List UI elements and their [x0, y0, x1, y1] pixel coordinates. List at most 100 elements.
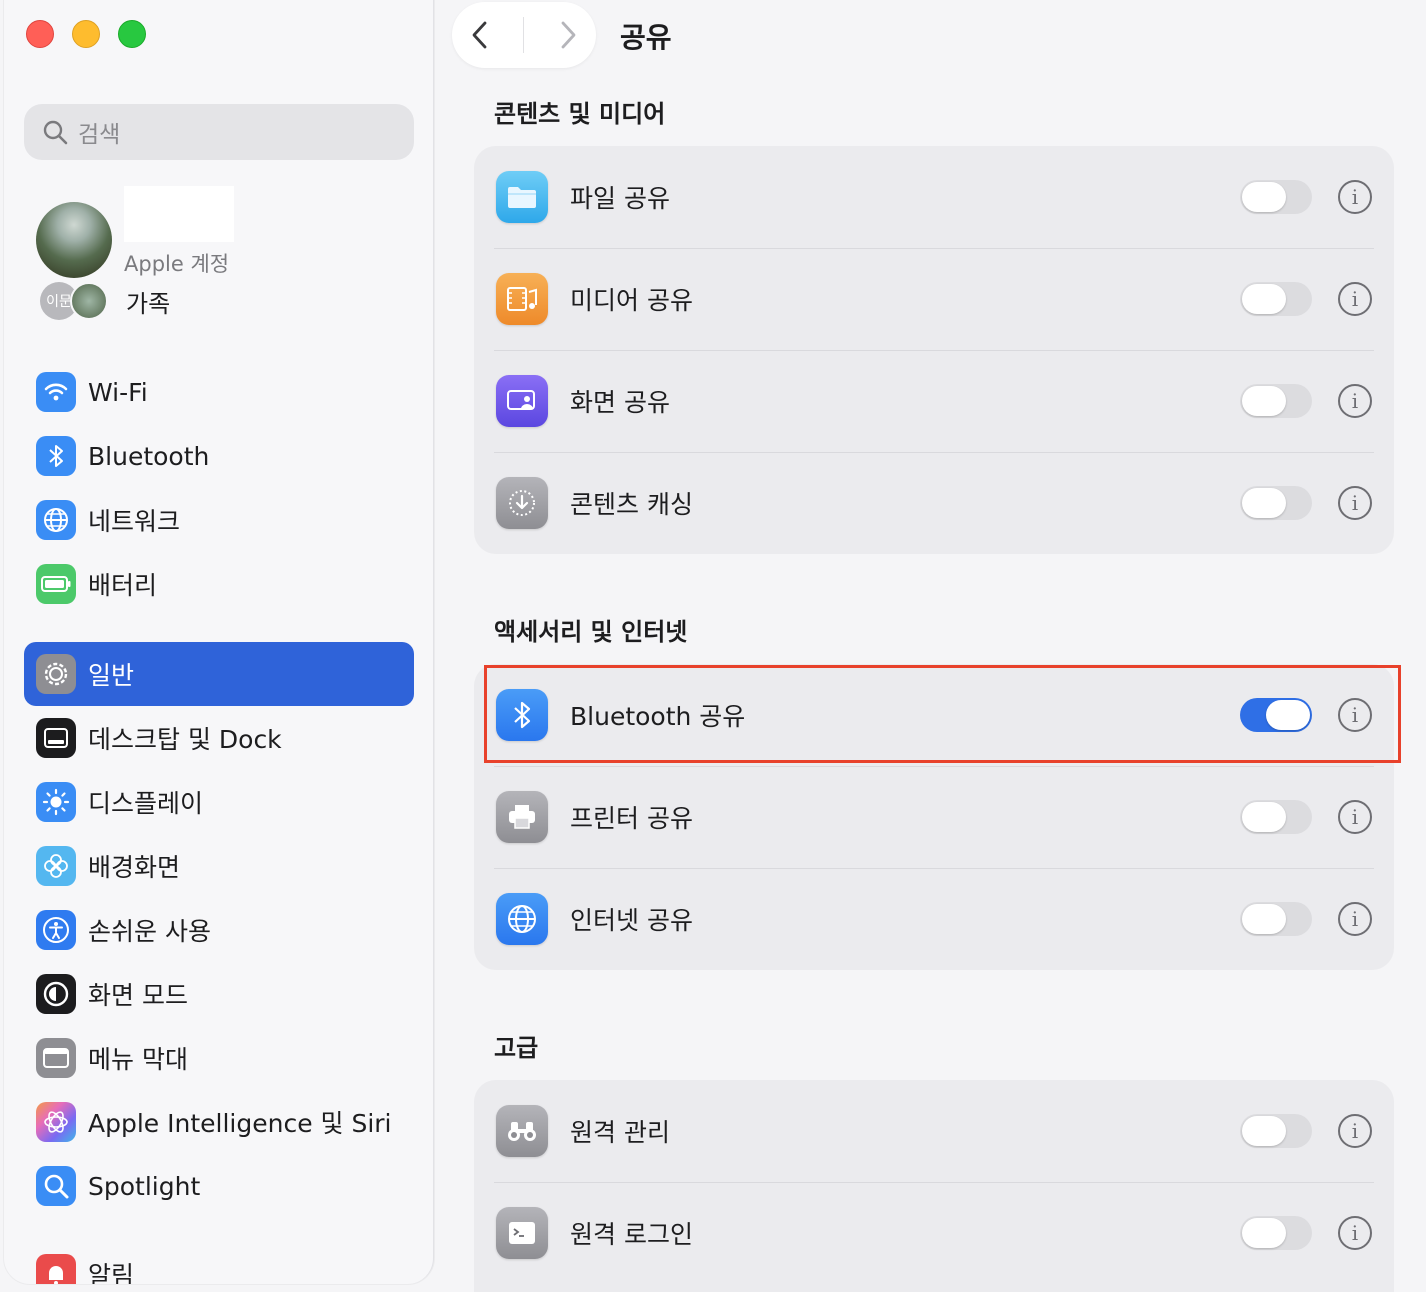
sidebar-item-display[interactable]: 디스플레이: [24, 771, 414, 833]
sidebar-item-general[interactable]: 일반: [24, 642, 414, 706]
row-label: Bluetooth 공유: [570, 702, 746, 731]
printer-icon: [496, 791, 548, 843]
info-button[interactable]: i: [1338, 180, 1372, 214]
terminal-icon: [496, 1207, 548, 1259]
minimize-window-button[interactable]: [72, 20, 100, 48]
screen-sharing-toggle[interactable]: [1240, 384, 1312, 418]
family-avatar-photo: [70, 282, 108, 320]
row-internet-sharing: 인터넷 공유 i: [474, 868, 1394, 970]
screen-mode-icon: [36, 974, 76, 1014]
info-button[interactable]: i: [1338, 1114, 1372, 1148]
bluetooth-icon: [496, 689, 548, 741]
battery-icon: [36, 564, 76, 604]
info-button[interactable]: i: [1338, 282, 1372, 316]
sidebar-item-accessibility[interactable]: 손쉬운 사용: [24, 899, 414, 961]
bluetooth-sharing-toggle[interactable]: [1240, 698, 1312, 732]
folder-icon: [496, 171, 548, 223]
bluetooth-icon: [36, 436, 76, 476]
group-content-media: 파일 공유 i 미디어 공유 i 화면 공유 i 콘텐츠 캐싱 i: [474, 146, 1394, 554]
sidebar-item-appearance[interactable]: 화면 모드: [24, 963, 414, 1025]
row-remote-login: 원격 로그인 i: [474, 1182, 1394, 1284]
flower-icon: [36, 846, 76, 886]
sidebar-item-label: 손쉬운 사용: [88, 917, 211, 946]
forward-chevron-icon[interactable]: [556, 18, 580, 52]
printer-sharing-toggle[interactable]: [1240, 800, 1312, 834]
family-label: 가족: [126, 289, 171, 318]
sidebar-item-label: 디스플레이: [88, 789, 204, 818]
sidebar-item-battery[interactable]: 배터리: [24, 553, 414, 615]
sidebar-item-desktop-dock[interactable]: 데스크탑 및 Dock: [24, 707, 414, 769]
magnifier-icon: [36, 1166, 76, 1206]
zoom-window-button[interactable]: [118, 20, 146, 48]
dock-icon: [36, 718, 76, 758]
sidebar-item-label: 알림: [88, 1261, 135, 1284]
back-chevron-icon[interactable]: [468, 18, 492, 52]
wifi-icon: [36, 372, 76, 412]
remote-management-toggle[interactable]: [1240, 1114, 1312, 1148]
globe-icon: [36, 500, 76, 540]
apple-account[interactable]: Apple 계정: [36, 186, 234, 278]
content-caching-toggle[interactable]: [1240, 486, 1312, 520]
section-title-advanced: 고급: [494, 1034, 539, 1062]
row-remote-management: 원격 관리 i: [474, 1080, 1394, 1182]
close-window-button[interactable]: [26, 20, 54, 48]
accessibility-icon: [36, 910, 76, 950]
sidebar-item-wifi[interactable]: Wi-Fi: [24, 361, 414, 423]
globe-icon: [496, 893, 548, 945]
screen-sharing-icon: [496, 375, 548, 427]
media-icon: [496, 273, 548, 325]
window-controls: [26, 20, 146, 48]
sidebar-item-label: 메뉴 막대: [88, 1045, 188, 1074]
internet-sharing-toggle[interactable]: [1240, 902, 1312, 936]
sidebar-item-label: 일반: [88, 661, 135, 690]
sidebar-item-bluetooth[interactable]: Bluetooth: [24, 425, 414, 487]
sidebar-item-menu-bar[interactable]: 메뉴 막대: [24, 1027, 414, 1089]
remote-login-toggle[interactable]: [1240, 1216, 1312, 1250]
search-placeholder: 검색: [78, 122, 121, 148]
info-button[interactable]: i: [1338, 698, 1372, 732]
search-field[interactable]: 검색: [24, 104, 414, 160]
row-label: 미디어 공유: [570, 286, 693, 315]
sidebar-item-label: Bluetooth: [88, 441, 210, 471]
info-button[interactable]: i: [1338, 800, 1372, 834]
sidebar-item-label: 배터리: [88, 571, 158, 600]
account-name-redacted: [124, 186, 234, 242]
binoculars-icon: [496, 1105, 548, 1157]
info-button[interactable]: i: [1338, 1216, 1372, 1250]
sidebar-item-label: Wi-Fi: [88, 377, 148, 407]
sidebar-item-notifications[interactable]: 알림: [24, 1243, 414, 1284]
search-icon: [43, 120, 68, 145]
section-title-content-media: 콘텐츠 및 미디어: [494, 100, 666, 128]
siri-icon: [36, 1102, 76, 1142]
row-content-caching: 콘텐츠 캐싱 i: [474, 452, 1394, 554]
avatar: [36, 202, 112, 278]
main-pane: 공유 콘텐츠 및 미디어 파일 공유 i 미디어 공유 i 화면 공유 i 콘텐…: [434, 0, 1426, 1292]
nav-divider: [523, 17, 525, 53]
sidebar-item-siri[interactable]: Apple Intelligence 및 Siri: [24, 1091, 414, 1153]
sidebar-item-wallpaper[interactable]: 배경화면: [24, 835, 414, 897]
media-sharing-toggle[interactable]: [1240, 282, 1312, 316]
sidebar-item-network[interactable]: 네트워크: [24, 489, 414, 551]
family-item[interactable]: 이문 가족: [40, 282, 170, 320]
row-label: 프린터 공유: [570, 804, 693, 833]
info-button[interactable]: i: [1338, 902, 1372, 936]
settings-window: 검색 Apple 계정 이문 가족 Wi-Fi Bluetooth 네트워크 배…: [0, 0, 1426, 1292]
info-button[interactable]: i: [1338, 486, 1372, 520]
sidebar: 검색 Apple 계정 이문 가족 Wi-Fi Bluetooth 네트워크 배…: [4, 0, 434, 1284]
group-accessories-internet: Bluetooth 공유 i 프린터 공유 i 인터넷 공유 i: [474, 664, 1394, 970]
file-sharing-toggle[interactable]: [1240, 180, 1312, 214]
download-circle-icon: [496, 477, 548, 529]
gear-icon: [36, 654, 76, 694]
row-label: 파일 공유: [570, 184, 670, 213]
page-title: 공유: [620, 21, 672, 54]
row-label: 원격 로그인: [570, 1220, 693, 1249]
bell-icon: [36, 1254, 76, 1284]
info-button[interactable]: i: [1338, 384, 1372, 418]
sidebar-item-spotlight[interactable]: Spotlight: [24, 1155, 414, 1217]
row-file-sharing: 파일 공유 i: [474, 146, 1394, 248]
row-label: 원격 관리: [570, 1118, 670, 1147]
sidebar-item-label: 네트워크: [88, 507, 181, 536]
row-label: 인터넷 공유: [570, 906, 693, 935]
sun-icon: [36, 782, 76, 822]
row-screen-sharing: 화면 공유 i: [474, 350, 1394, 452]
